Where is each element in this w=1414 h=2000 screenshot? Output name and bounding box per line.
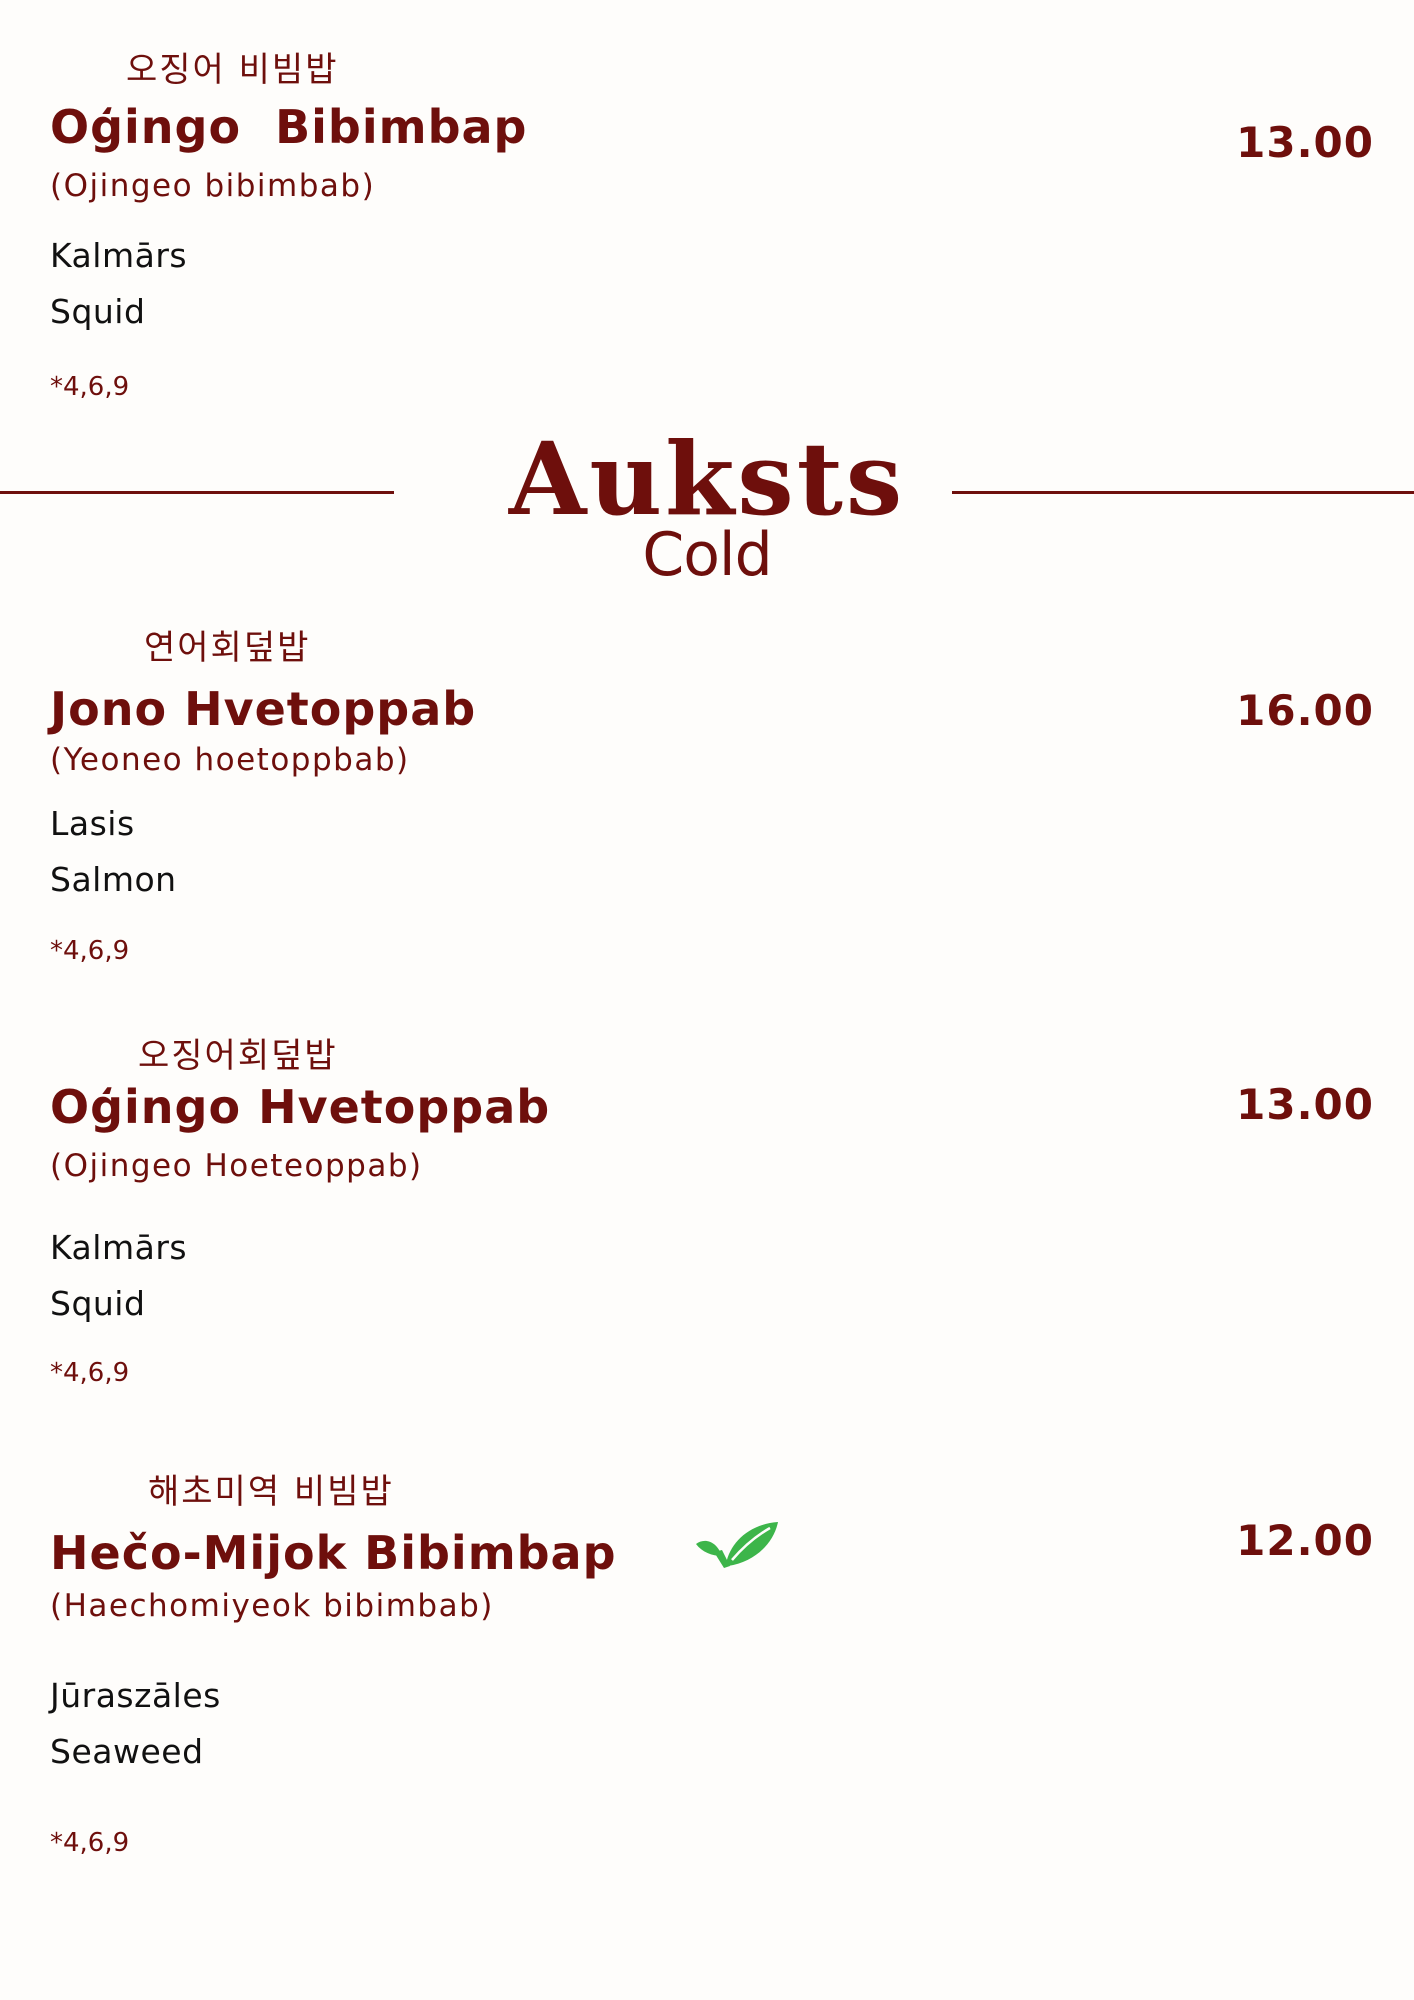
dish-korean-name: 연어회덮밥 [144, 628, 311, 668]
dish-description-en: Salmon [50, 860, 177, 899]
dish-description-lv: Lasis [50, 804, 135, 843]
dish-name: Hečo-Mijok Bibimbap [50, 1526, 617, 1580]
dish-korean-name: 오징어 비빔밥 [126, 50, 339, 90]
dish-romanized-name: (Ojingeo Hoeteoppab) [50, 1148, 423, 1184]
dish-description-en: Squid [50, 1284, 146, 1323]
dish-description-lv: Jūraszāles [50, 1676, 221, 1715]
dish-allergens: *4,6,9 [50, 1828, 130, 1858]
dish-romanized-name: (Haechomiyeok bibimbab) [50, 1588, 494, 1624]
dish-description-en: Seaweed [50, 1732, 204, 1771]
dish-price: 13.00 [1236, 118, 1374, 167]
dish-allergens: *4,6,9 [50, 372, 130, 402]
dish-name: Oģingo Bibimbap [50, 100, 528, 154]
dish-description-lv: Kalmārs [50, 236, 188, 275]
dish-description-lv: Kalmārs [50, 1228, 188, 1267]
dish-romanized-name: (Ojingeo bibimbab) [50, 168, 376, 204]
dish-allergens: *4,6,9 [50, 1358, 130, 1388]
dish-price: 13.00 [1236, 1080, 1374, 1129]
dish-price: 16.00 [1236, 686, 1374, 735]
dish-description-en: Squid [50, 292, 146, 331]
vegan-leaf-check-icon [694, 1516, 782, 1576]
dish-korean-name: 해초미역 비빔밥 [148, 1472, 394, 1512]
dish-allergens: *4,6,9 [50, 936, 130, 966]
dish-name: Jono Hvetoppab [50, 682, 477, 736]
dish-romanized-name: (Yeoneo hoetoppbab) [50, 742, 410, 778]
dish-korean-name: 오징어회덮밥 [138, 1036, 338, 1076]
dish-name: Oģingo Hvetoppab [50, 1080, 551, 1134]
section-subtitle: Cold [642, 520, 772, 590]
dish-price: 12.00 [1236, 1516, 1374, 1565]
